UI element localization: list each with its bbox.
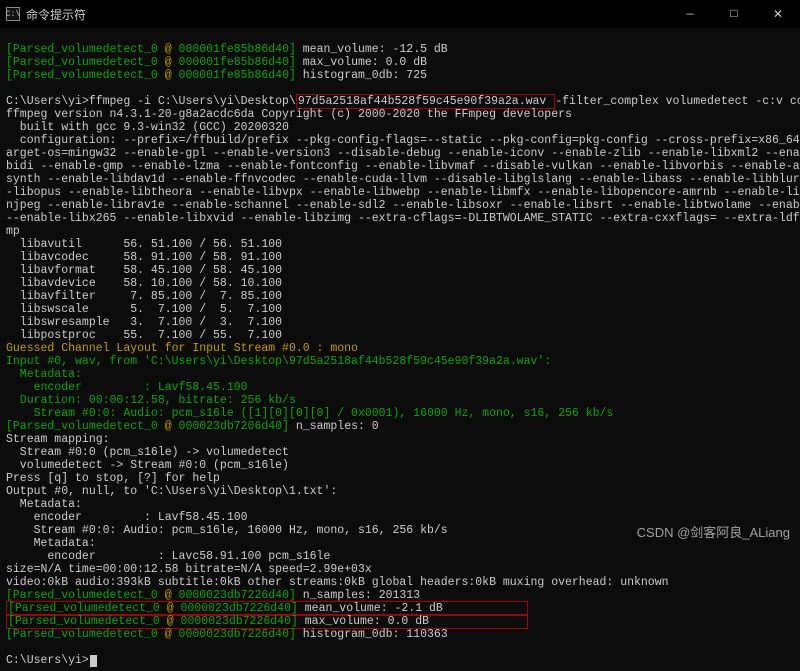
window-title: 命令提示符 (26, 6, 86, 23)
mean-volume-line: mean_volume: -12.5 dB (303, 43, 448, 56)
prompt: C:\Users\yi> (6, 95, 89, 108)
ffmpeg-version: ffmpeg version n4.3.1-20-g8a2acdc6da Cop… (6, 108, 572, 121)
watermark: CSDN @剑客阿良_ALiang (637, 522, 790, 541)
minimize-button[interactable]: — (668, 0, 712, 28)
max-volume-line: max_volume: 0.0 dB (303, 56, 427, 69)
parsed-tag: [Parsed_volumedetect_0 (6, 43, 165, 56)
output-stream: Output #0, null, to 'C:\Users\yi\Desktop… (6, 485, 337, 498)
histogram-line: histogram_0db: 725 (303, 69, 427, 82)
window-buttons: — □ ✕ (668, 0, 800, 28)
maximize-button[interactable]: □ (712, 0, 756, 28)
highlighted-filename: 97d5a2518af44b528f59c45e90f39a2a.wav (296, 94, 555, 109)
cmd-icon: C:\ (6, 7, 20, 21)
input-stream: Input #0, wav, from 'C:\Users\yi\Desktop… (6, 355, 551, 368)
result-highlight-max: [Parsed_volumedetect_0 @ 0000023db7226d4… (6, 614, 528, 629)
titlebar[interactable]: C:\ 命令提示符 — □ ✕ (0, 0, 800, 28)
terminal-output[interactable]: [Parsed_volumedetect_0 @ 000001fe85b86d4… (0, 28, 800, 671)
close-button[interactable]: ✕ (756, 0, 800, 28)
cursor-icon (90, 655, 97, 667)
prompt: C:\Users\yi> (6, 654, 89, 667)
guessed-layout: Guessed Channel Layout for Input Stream … (6, 342, 358, 355)
